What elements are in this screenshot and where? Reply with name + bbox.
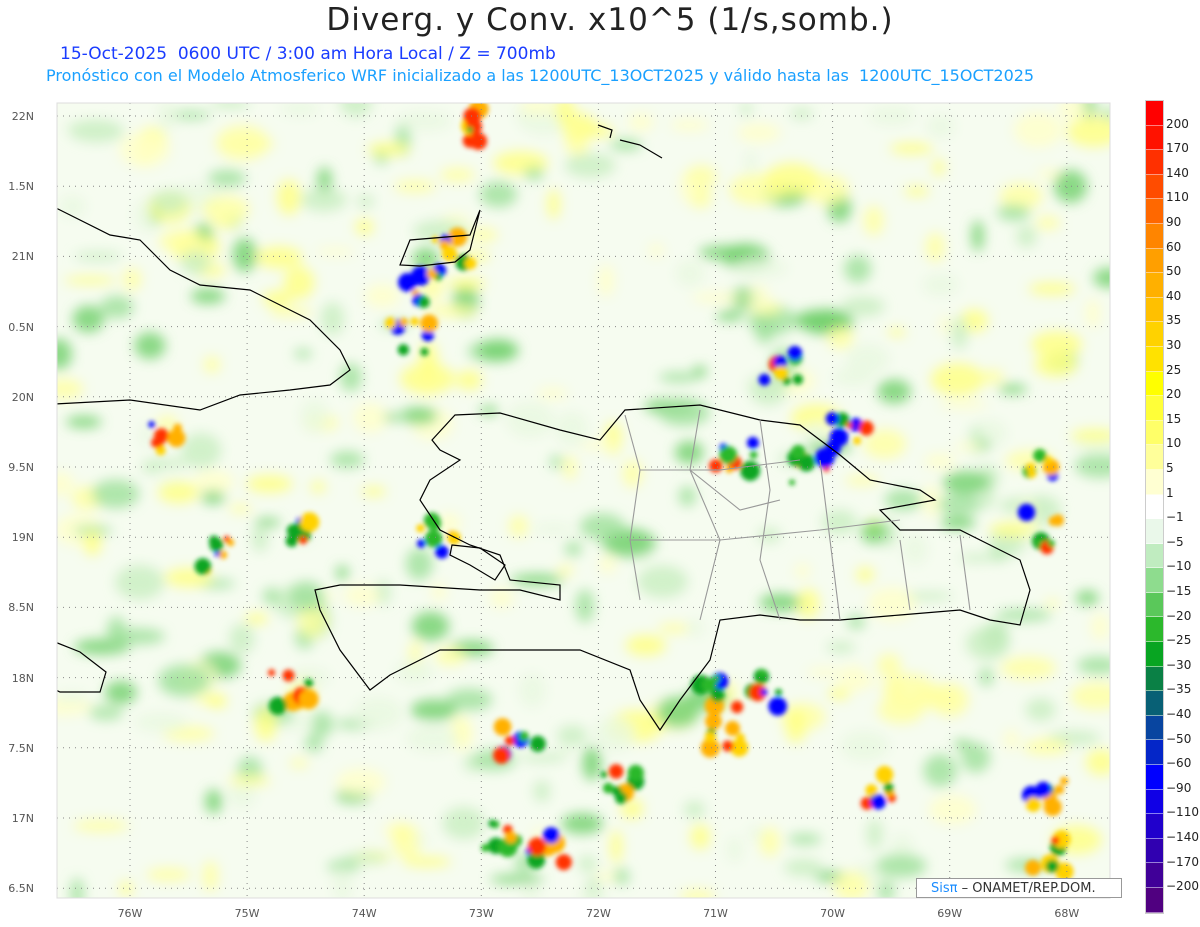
colorbar	[1145, 100, 1164, 914]
colorbar-label: 140	[1166, 165, 1189, 180]
colorbar-swatch	[1146, 888, 1163, 913]
colorbar-swatch	[1146, 519, 1163, 544]
colorbar-label: −35	[1166, 682, 1192, 697]
colorbar-label: 170	[1166, 141, 1189, 156]
shaded-field	[57, 103, 1110, 898]
colorbar-label: −40	[1166, 707, 1192, 721]
lon-label: 76W	[117, 907, 143, 920]
lat-label: 19N	[11, 531, 34, 545]
colorbar-swatch	[1146, 789, 1163, 815]
lat-label: 20N	[11, 390, 34, 404]
lat-label: 1.5N	[8, 180, 34, 194]
colorbar-swatch	[1146, 125, 1163, 151]
colorbar-label: −60	[1166, 756, 1192, 771]
lon-label: 70W	[820, 907, 846, 920]
colorbar-label: 25	[1166, 362, 1182, 377]
colorbar-swatch	[1146, 715, 1163, 741]
colorbar-swatch	[1146, 765, 1163, 790]
colorbar-label: 1	[1166, 485, 1174, 500]
colorbar-label: −110	[1166, 805, 1199, 820]
colorbar-label: −25	[1166, 633, 1192, 648]
colorbar-swatch	[1146, 223, 1163, 249]
colorbar-label: −20	[1166, 608, 1192, 623]
lat-label: 21N	[11, 250, 34, 264]
colorbar-swatch	[1146, 346, 1163, 372]
colorbar-swatch	[1146, 469, 1163, 495]
lon-label: 72W	[585, 907, 611, 920]
colorbar-swatch	[1146, 371, 1163, 397]
colorbar-label: 90	[1166, 215, 1182, 229]
colorbar-label: −140	[1166, 830, 1199, 844]
colorbar-swatch	[1146, 248, 1163, 274]
lon-label: 75W	[234, 907, 260, 920]
colorbar-label: −90	[1166, 780, 1192, 795]
colorbar-label: −170	[1166, 854, 1199, 869]
colorbar-swatch	[1146, 642, 1163, 667]
colorbar-label: −30	[1166, 657, 1192, 672]
lon-label: 71W	[703, 907, 728, 920]
colorbar-swatch	[1146, 592, 1163, 618]
colorbar-swatch	[1146, 322, 1163, 347]
lon-label: 69W	[937, 907, 963, 920]
colorbar-swatch	[1146, 740, 1163, 766]
colorbar-label: 10	[1166, 436, 1182, 451]
credit-box: Sisπ – ONAMET/REP.DOM.	[916, 878, 1122, 898]
colorbar-label: 20	[1166, 387, 1182, 402]
colorbar-label: −15	[1166, 584, 1192, 598]
lat-label: 22N	[11, 110, 34, 123]
colorbar-label: −1	[1166, 510, 1184, 525]
colorbar-label: −200	[1166, 879, 1199, 894]
lat-label: 8.5N	[8, 601, 34, 615]
lat-label: 18N	[11, 671, 34, 685]
colorbar-swatch	[1146, 101, 1163, 126]
colorbar-label: −10	[1166, 559, 1192, 574]
divergence-map	[56, 102, 1111, 899]
colorbar-swatch	[1146, 150, 1163, 175]
colorbar-swatch	[1146, 568, 1163, 593]
colorbar-label: 60	[1166, 239, 1182, 254]
colorbar-swatch	[1146, 420, 1163, 446]
colorbar-swatch	[1146, 617, 1163, 643]
lat-label: 17N	[11, 812, 34, 825]
colorbar-swatch	[1146, 199, 1163, 224]
colorbar-swatch	[1146, 174, 1163, 200]
lon-label: 73W	[468, 907, 494, 920]
lat-label: 0.5N	[8, 320, 34, 334]
colorbar-swatch	[1146, 863, 1163, 888]
colorbar-swatch	[1146, 396, 1163, 421]
sispi-logo: Sisπ	[931, 881, 958, 896]
colorbar-label: 5	[1166, 461, 1174, 475]
colorbar-label: 50	[1166, 264, 1182, 279]
colorbar-label: 30	[1166, 338, 1182, 352]
colorbar-label: 110	[1166, 190, 1189, 205]
colorbar-label: 35	[1166, 313, 1182, 328]
lon-label: 74W	[351, 907, 377, 920]
colorbar-swatch	[1146, 543, 1163, 569]
colorbar-swatch	[1146, 297, 1163, 323]
lon-label: 68W	[1054, 907, 1080, 920]
colorbar-label: −50	[1166, 731, 1192, 746]
colorbar-label: −5	[1166, 534, 1184, 549]
colorbar-label: 15	[1166, 411, 1182, 426]
colorbar-swatch	[1146, 814, 1163, 839]
lat-label: 7.5N	[8, 741, 34, 755]
colorbar-swatch	[1146, 838, 1163, 864]
colorbar-swatch	[1146, 666, 1163, 692]
colorbar-swatch	[1146, 445, 1163, 470]
colorbar-swatch	[1146, 273, 1163, 298]
lat-label: 9.5N	[8, 461, 34, 474]
lat-label: 6.5N	[8, 882, 34, 896]
colorbar-label: 200	[1166, 116, 1189, 131]
colorbar-label: 40	[1166, 288, 1182, 303]
colorbar-swatch	[1146, 494, 1163, 520]
colorbar-swatch	[1146, 691, 1163, 716]
credit-text: – ONAMET/REP.DOM.	[961, 881, 1096, 896]
